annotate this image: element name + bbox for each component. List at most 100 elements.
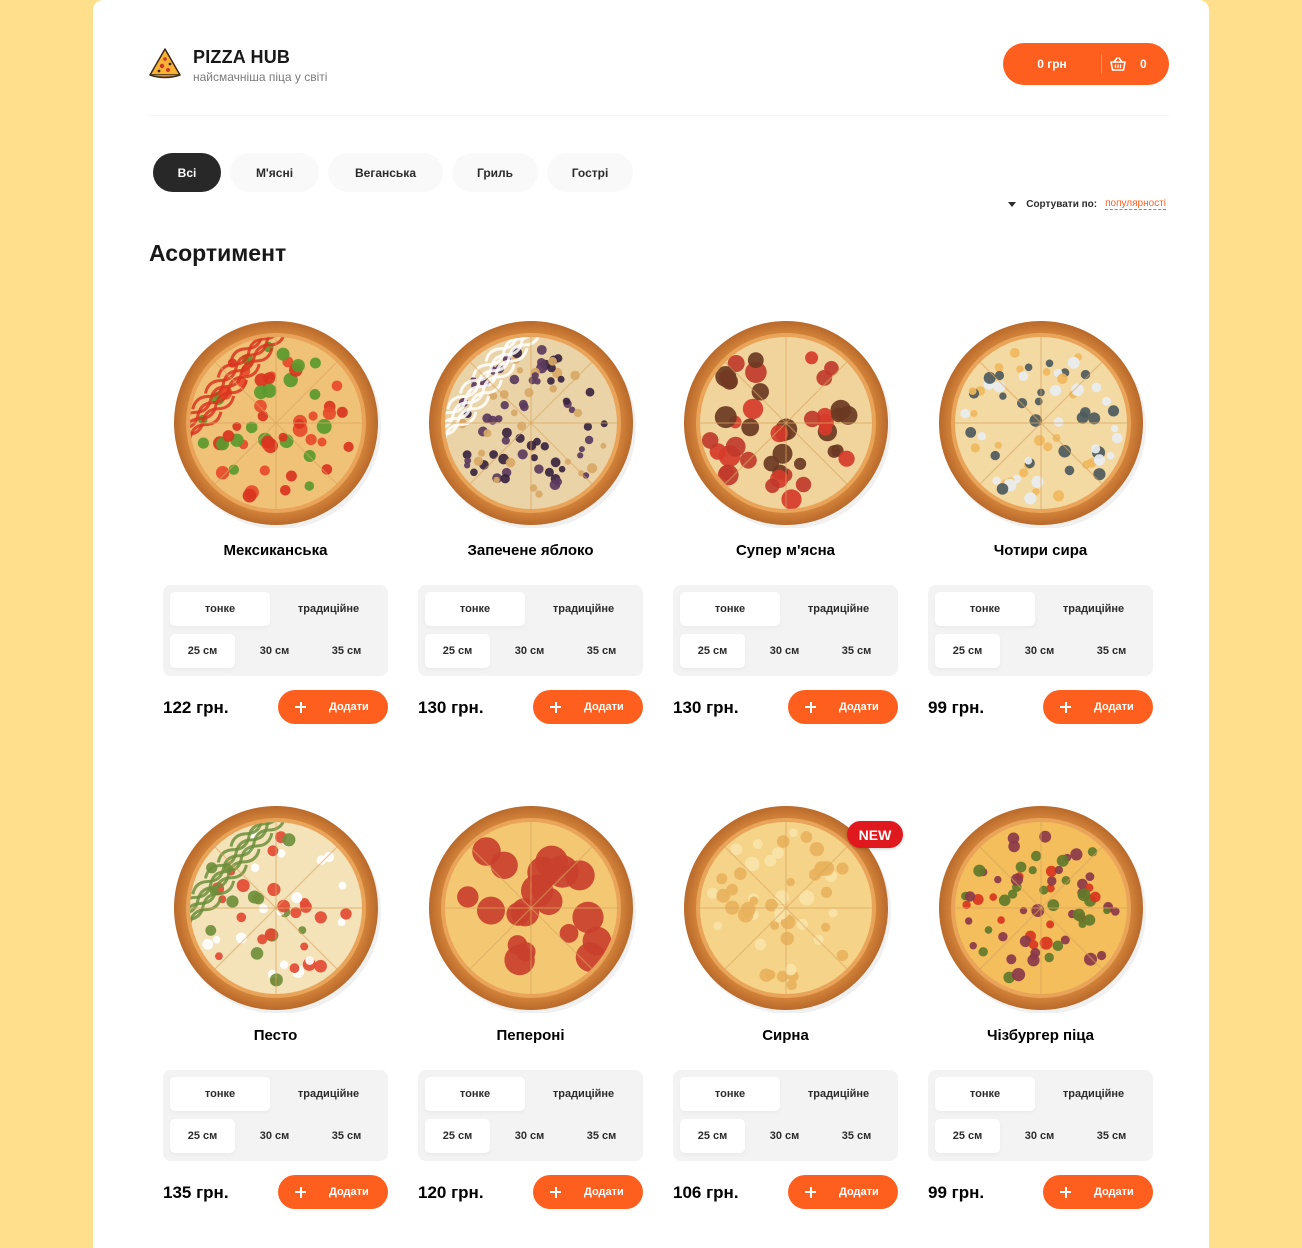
pizza-options: тонке традиційне 25 см 30 см 35 см	[163, 585, 388, 676]
add-to-cart-button[interactable]: Додати	[278, 690, 388, 724]
dough-types: тонке традиційне	[425, 1077, 636, 1111]
category-all[interactable]: Всі	[153, 153, 221, 192]
type-traditional[interactable]: традиційне	[276, 592, 381, 626]
add-label: Додати	[329, 701, 369, 713]
plus-icon	[295, 701, 306, 713]
pizza-price: 99 грн.	[928, 1183, 985, 1202]
type-traditional[interactable]: традиційне	[786, 592, 891, 626]
pizza-image	[171, 318, 381, 529]
dough-types: тонке традиційне	[680, 1077, 891, 1111]
type-traditional[interactable]: традиційне	[786, 1077, 891, 1111]
type-thin[interactable]: тонке	[935, 1077, 1035, 1111]
add-label: Додати	[839, 1186, 879, 1198]
pizza-options: тонке традиційне 25 см 30 см 35 см	[418, 1070, 643, 1161]
cart-total: 0 грн	[1037, 57, 1067, 71]
size-25[interactable]: 25 см	[425, 634, 490, 668]
size-25[interactable]: 25 см	[680, 634, 745, 668]
size-25[interactable]: 25 см	[170, 1119, 235, 1153]
add-label: Додати	[584, 1186, 624, 1198]
cart-divider	[1101, 54, 1102, 74]
logo[interactable]: PIZZA HUB найсмачніша піца у світі	[148, 46, 327, 85]
size-30[interactable]: 30 см	[497, 1119, 562, 1153]
type-thin[interactable]: тонке	[170, 592, 270, 626]
pizza-options: тонке традиційне 25 см 30 см 35 см	[418, 585, 643, 676]
type-traditional[interactable]: традиційне	[276, 1077, 381, 1111]
pizza-options: тонке традиційне 25 см 30 см 35 см	[673, 1070, 898, 1161]
size-30[interactable]: 30 см	[752, 634, 817, 668]
size-35[interactable]: 35 см	[824, 1119, 889, 1153]
pizza-sizes: 25 см 30 см 35 см	[425, 634, 634, 668]
page-container: PIZZA HUB найсмачніша піца у світі 0 грн…	[93, 0, 1209, 1248]
add-to-cart-button[interactable]: Додати	[1043, 690, 1153, 724]
category-tabs: Всі М'ясні Веганська Гриль Гострі	[153, 153, 642, 192]
type-thin[interactable]: тонке	[935, 592, 1035, 626]
cart-button[interactable]: 0 грн 0	[1003, 43, 1169, 85]
pizza-price: 99 грн.	[928, 698, 985, 717]
category-spicy[interactable]: Гострі	[547, 153, 633, 192]
header: PIZZA HUB найсмачніша піца у світі 0 грн…	[148, 40, 1169, 116]
plus-icon	[805, 1186, 816, 1198]
size-30[interactable]: 30 см	[497, 634, 562, 668]
size-25[interactable]: 25 см	[680, 1119, 745, 1153]
type-traditional[interactable]: традиційне	[1041, 592, 1146, 626]
size-35[interactable]: 35 см	[1079, 1119, 1144, 1153]
size-35[interactable]: 35 см	[314, 634, 379, 668]
add-to-cart-button[interactable]: Додати	[533, 1175, 643, 1209]
category-grill[interactable]: Гриль	[452, 153, 538, 192]
plus-icon	[1060, 701, 1071, 713]
dough-types: тонке традиційне	[170, 592, 381, 626]
size-30[interactable]: 30 см	[242, 1119, 307, 1153]
size-30[interactable]: 30 см	[752, 1119, 817, 1153]
pizza-name: Песто	[253, 1027, 298, 1044]
type-traditional[interactable]: традиційне	[1041, 1077, 1146, 1111]
pizza-image	[681, 318, 891, 529]
add-to-cart-button[interactable]: Додати	[278, 1175, 388, 1209]
size-25[interactable]: 25 см	[935, 1119, 1000, 1153]
pizza-price: 130 грн.	[418, 698, 484, 717]
size-35[interactable]: 35 см	[1079, 634, 1144, 668]
type-traditional[interactable]: традиційне	[531, 592, 636, 626]
size-35[interactable]: 35 см	[569, 634, 634, 668]
type-thin[interactable]: тонке	[680, 592, 780, 626]
size-30[interactable]: 30 см	[242, 634, 307, 668]
add-label: Додати	[839, 701, 879, 713]
size-25[interactable]: 25 см	[170, 634, 235, 668]
size-35[interactable]: 35 см	[314, 1119, 379, 1153]
pizza-name: Чотири сира	[993, 542, 1088, 559]
dough-types: тонке традиційне	[935, 592, 1146, 626]
pizza-image	[936, 318, 1146, 529]
type-traditional[interactable]: традиційне	[531, 1077, 636, 1111]
sort-value[interactable]: популярності	[1105, 198, 1166, 210]
type-thin[interactable]: тонке	[680, 1077, 780, 1111]
pizza-sizes: 25 см 30 см 35 см	[935, 1119, 1144, 1153]
logo-subtitle: найсмачніша піца у світі	[193, 70, 328, 84]
type-thin[interactable]: тонке	[425, 592, 525, 626]
size-30[interactable]: 30 см	[1007, 634, 1072, 668]
pizza-price: 120 грн.	[418, 1183, 484, 1202]
pizza-name: Пепероні	[496, 1027, 565, 1044]
caret-down-icon	[1008, 201, 1017, 207]
size-25[interactable]: 25 см	[935, 634, 1000, 668]
add-to-cart-button[interactable]: Додати	[533, 690, 643, 724]
dough-types: тонке традиційне	[170, 1077, 381, 1111]
size-25[interactable]: 25 см	[425, 1119, 490, 1153]
pizza-name: Запечене яблоко	[467, 542, 594, 559]
size-35[interactable]: 35 см	[824, 634, 889, 668]
plus-icon	[805, 701, 816, 713]
add-to-cart-button[interactable]: Додати	[788, 690, 898, 724]
pizza-price: 122 грн.	[163, 698, 229, 717]
cart-count: 0	[1140, 57, 1147, 71]
add-to-cart-button[interactable]: Додати	[788, 1175, 898, 1209]
category-meat[interactable]: М'ясні	[230, 153, 319, 192]
pizza-price: 130 грн.	[673, 698, 739, 717]
add-to-cart-button[interactable]: Додати	[1043, 1175, 1153, 1209]
category-vegan[interactable]: Веганська	[328, 153, 443, 192]
sort-popup: Сортувати по: популярності	[1008, 198, 1166, 210]
new-badge: NEW	[847, 821, 903, 848]
add-label: Додати	[1094, 1186, 1134, 1198]
size-30[interactable]: 30 см	[1007, 1119, 1072, 1153]
type-thin[interactable]: тонке	[170, 1077, 270, 1111]
size-35[interactable]: 35 см	[569, 1119, 634, 1153]
logo-title: PIZZA HUB	[193, 47, 291, 67]
type-thin[interactable]: тонке	[425, 1077, 525, 1111]
